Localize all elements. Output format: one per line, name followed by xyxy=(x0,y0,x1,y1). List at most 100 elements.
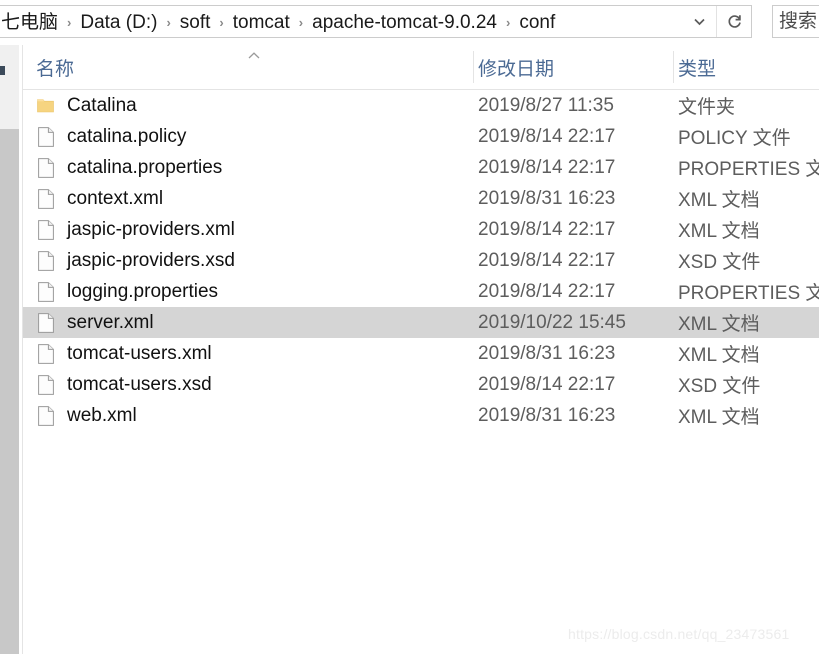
navigation-pane-clipped-item[interactable] xyxy=(0,66,5,75)
breadcrumb-separator: › xyxy=(166,15,171,30)
file-name-cell[interactable]: logging.properties xyxy=(36,276,218,307)
table-row[interactable]: jaspic-providers.xsd 2019/8/14 22:17 XSD 文… xyxy=(23,245,819,276)
breadcrumb-item[interactable]: soft xyxy=(178,6,213,39)
file-name: server.xml xyxy=(67,311,154,333)
file-date-cell: 2019/8/27 11:35 xyxy=(478,94,614,116)
navigation-pane-scrollbar-thumb[interactable] xyxy=(0,129,19,654)
file-name-cell[interactable]: tomcat-users.xsd xyxy=(36,369,212,400)
file-date-cell: 2019/8/14 22:17 xyxy=(478,373,616,395)
file-date-cell: 2019/8/14 22:17 xyxy=(478,280,616,302)
file-icon xyxy=(36,312,56,334)
file-rows: Catalina 2019/8/27 11:35 文件夹 catalina.polic… xyxy=(23,90,819,431)
search-box[interactable]: 搜索 xyxy=(772,5,819,38)
file-name-cell[interactable]: jaspic-providers.xsd xyxy=(36,245,235,276)
file-list-pane: 名称 修改日期 类型 Catalina 2019/8/27 11:35 文件夹 cat… xyxy=(23,45,819,654)
table-row[interactable]: catalina.properties 2019/8/14 22:17 PROPER… xyxy=(23,152,819,183)
file-name: Catalina xyxy=(67,94,137,116)
file-name: catalina.properties xyxy=(67,156,223,178)
file-name-cell[interactable]: web.xml xyxy=(36,400,137,431)
file-type-cell: PROPERTIES 文件 xyxy=(678,159,819,180)
file-icon xyxy=(36,343,56,365)
file-date-cell: 2019/8/14 22:17 xyxy=(478,249,616,271)
address-bar-row: 七电脑 › Data (D:) › soft › tomcat › apache-tomcat-… xyxy=(0,0,819,44)
table-row[interactable]: server.xml 2019/10/22 15:45 XML 文档 xyxy=(23,307,819,338)
column-header-date[interactable]: 修改日期 xyxy=(478,45,673,89)
file-name-cell[interactable]: catalina.policy xyxy=(36,121,186,152)
breadcrumb-separator: › xyxy=(67,15,72,30)
column-header-name-label: 名称 xyxy=(36,58,75,80)
file-date-cell: 2019/8/14 22:17 xyxy=(478,125,616,147)
file-type-cell: PROPERTIES 文件 xyxy=(678,283,819,304)
file-icon xyxy=(36,250,56,272)
column-header-type[interactable]: 类型 xyxy=(678,45,819,89)
file-type-cell: XML 文档 xyxy=(678,221,760,242)
file-date-cell: 2019/8/31 16:23 xyxy=(478,187,616,209)
file-name: catalina.policy xyxy=(67,125,187,147)
file-name: web.xml xyxy=(67,404,137,426)
column-header-type-label: 类型 xyxy=(678,58,717,80)
file-date-cell: 2019/8/14 22:17 xyxy=(478,218,616,240)
file-name: tomcat-users.xsd xyxy=(67,373,212,395)
breadcrumb-item[interactable]: tomcat xyxy=(231,6,292,39)
file-icon xyxy=(36,374,56,396)
breadcrumb-separator: › xyxy=(298,15,304,30)
address-dropdown-button[interactable] xyxy=(682,6,716,37)
breadcrumb-separator: › xyxy=(505,15,511,30)
navigation-pane-scrollbar[interactable] xyxy=(0,45,19,654)
file-name: jaspic-providers.xml xyxy=(67,218,235,240)
table-row[interactable]: Catalina 2019/8/27 11:35 文件夹 xyxy=(23,90,819,121)
table-row[interactable]: context.xml 2019/8/31 16:23 XML 文档 xyxy=(23,183,819,214)
table-row[interactable]: catalina.policy 2019/8/14 22:17 POLICY 文件 xyxy=(23,121,819,152)
file-name-cell[interactable]: Catalina xyxy=(36,90,137,121)
address-bar[interactable]: 七电脑 › Data (D:) › soft › tomcat › apache-tomcat-… xyxy=(0,5,752,38)
table-row[interactable]: web.xml 2019/8/31 16:23 XML 文档 xyxy=(23,400,819,431)
file-name-cell[interactable]: jaspic-providers.xml xyxy=(36,214,235,245)
column-divider-1[interactable] xyxy=(473,51,474,83)
file-type-cell: 文件夹 xyxy=(678,97,736,118)
file-name-cell[interactable]: server.xml xyxy=(36,307,154,338)
file-name-cell[interactable]: context.xml xyxy=(36,183,163,214)
file-date-cell: 2019/10/22 15:45 xyxy=(478,311,626,333)
table-row[interactable]: tomcat-users.xml 2019/8/31 16:23 XML 文档 xyxy=(23,338,819,369)
file-type-cell: XML 文档 xyxy=(678,345,760,366)
breadcrumb-separator: › xyxy=(219,15,224,30)
folder-icon xyxy=(36,95,56,117)
file-icon xyxy=(36,281,56,303)
breadcrumb-item[interactable]: 七电脑 xyxy=(0,6,60,39)
column-divider-2[interactable] xyxy=(673,51,674,83)
file-icon xyxy=(36,188,56,210)
table-row[interactable]: tomcat-users.xsd 2019/8/14 22:17 XSD 文件 xyxy=(23,369,819,400)
file-type-cell: XML 文档 xyxy=(678,314,760,335)
breadcrumb-item[interactable]: conf xyxy=(517,6,557,39)
search-input[interactable]: 搜索 xyxy=(773,6,819,37)
file-type-cell: XSD 文件 xyxy=(678,376,761,397)
file-date-cell: 2019/8/14 22:17 xyxy=(478,156,616,178)
column-header-row: 名称 修改日期 类型 xyxy=(23,45,819,90)
file-icon xyxy=(36,126,56,148)
file-date-cell: 2019/8/31 16:23 xyxy=(478,404,616,426)
breadcrumb-item[interactable]: Data (D:) xyxy=(78,6,159,39)
table-row[interactable]: jaspic-providers.xml 2019/8/14 22:17 XML 文… xyxy=(23,214,819,245)
file-icon xyxy=(36,219,56,241)
file-icon xyxy=(36,157,56,179)
file-name: logging.properties xyxy=(67,280,219,302)
sort-ascending-icon xyxy=(247,51,261,60)
navigation-pane-strip xyxy=(0,45,19,654)
file-name: context.xml xyxy=(67,187,164,209)
file-type-cell: POLICY 文件 xyxy=(678,128,791,149)
breadcrumb-item[interactable]: apache-tomcat-9.0.24 xyxy=(310,6,499,39)
file-type-cell: XSD 文件 xyxy=(678,252,761,273)
table-row[interactable]: logging.properties 2019/8/14 22:17 PROPERT… xyxy=(23,276,819,307)
breadcrumb[interactable]: 七电脑 › Data (D:) › soft › tomcat › apache-tomcat-… xyxy=(0,6,689,39)
file-type-cell: XML 文档 xyxy=(678,407,760,428)
file-type-cell: XML 文档 xyxy=(678,190,760,211)
file-name: jaspic-providers.xsd xyxy=(67,249,235,271)
file-name-cell[interactable]: catalina.properties xyxy=(36,152,222,183)
refresh-icon xyxy=(728,15,741,28)
watermark: https://blog.csdn.net/qq_23473561 xyxy=(568,626,790,642)
refresh-button[interactable] xyxy=(716,6,751,37)
column-header-date-label: 修改日期 xyxy=(478,58,555,80)
file-name: tomcat-users.xml xyxy=(67,342,212,364)
chevron-down-icon xyxy=(693,18,705,26)
file-name-cell[interactable]: tomcat-users.xml xyxy=(36,338,212,369)
